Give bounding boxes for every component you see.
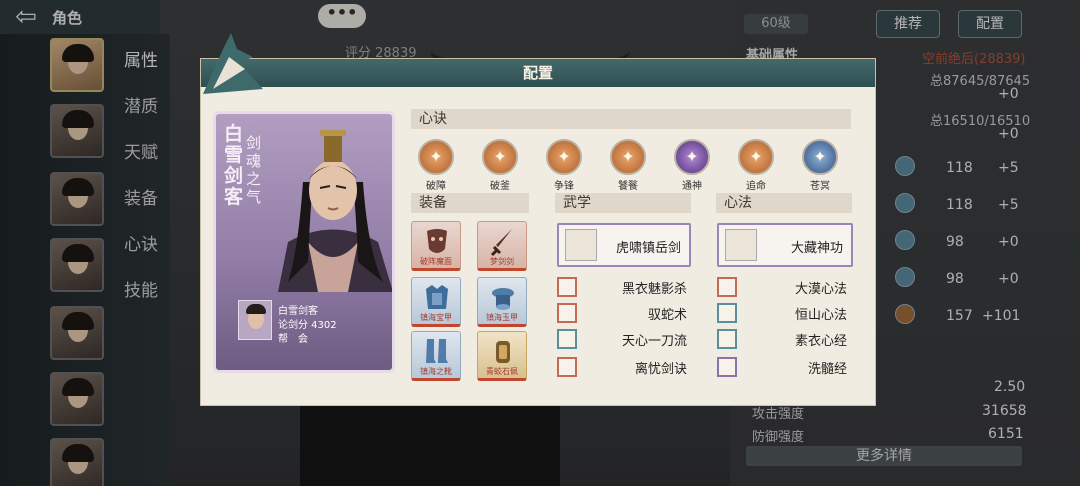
inner-arts-main-label: 大藏神功 [790,241,843,256]
inner-art-label: 素衣心经 [794,334,847,349]
skill-label: 饕餮 [618,181,638,192]
equipment-slot[interactable]: 青蛟石佩 [477,331,527,381]
skill-slot[interactable]: ✦ 通神 [668,139,716,192]
equipment-slot[interactable]: 镇海玉甲 [477,277,527,327]
skill-label: 破釜 [490,181,510,192]
equipment-slot[interactable]: 破阵魔面 [411,221,461,271]
skill-slot[interactable]: ✦ 饕餮 [604,139,652,192]
inner-art-row[interactable]: 大漠心法 [717,277,847,299]
inner-art-label: 大漠心法 [794,282,847,297]
equipment-label: 梦剑剑 [490,257,514,266]
martial-art-icon [557,303,577,323]
inner-art-row[interactable]: 洗髓经 [717,357,847,379]
dialog-title: 配置 [201,59,875,87]
skill-slot[interactable]: ✦ 争锋 [540,139,588,192]
equipment-label: 镇海之靴 [420,367,452,376]
character-info: 白雪剑客 论剑分 4302 帮 会 [238,300,388,352]
armor-icon [426,285,448,309]
character-thumbnail [238,300,272,340]
bracer-icon [492,288,514,310]
skill-slot[interactable]: ✦ 苍冥 [796,139,844,192]
character-card: 白雪剑客 剑魂之气 白雪剑客 论剑分 4302 帮 会 [213,111,395,373]
skill-icon: ✦ [429,147,443,166]
info-guild: 帮 会 [278,334,308,345]
equipment-slot[interactable]: 梦剑剑 [477,221,527,271]
martial-art-label: 离忧剑诀 [634,362,687,377]
config-dialog: 配置 白雪剑客 剑魂之气 白雪剑客 论剑分 4302 帮 会 心诀 ✦ 破障 ✦ 破… [200,33,876,406]
inner-art-icon [717,329,737,349]
martial-art-icon [557,277,577,297]
character-name: 白雪剑客 [224,123,244,208]
martial-art-row[interactable]: 驭蛇术 [557,303,687,325]
equipment-label: 青蛟石佩 [486,367,518,376]
boots-icon [426,339,448,363]
equipment-label: 破阵魔面 [420,257,452,266]
martial-arts-main-label: 虎啸镇岳剑 [615,241,681,256]
skill-label: 破障 [426,181,446,192]
inner-arts-main-slot[interactable]: 大藏神功 [717,223,853,267]
martial-arts-header: 武学 [555,193,691,213]
skill-icon: ✦ [813,147,827,166]
inner-art-row[interactable]: 素衣心经 [717,329,847,351]
martial-art-icon [557,357,577,377]
martial-art-row[interactable]: 天心一刀流 [557,329,687,351]
sword-icon [490,229,512,257]
martial-art-icon [565,229,597,261]
inner-art-label: 恒山心法 [794,308,847,323]
info-name: 白雪剑客 [278,306,318,317]
martial-art-label: 黑衣魅影杀 [621,282,687,297]
skill-icon: ✦ [557,147,571,166]
equipment-slot[interactable]: 镇海之靴 [411,331,461,381]
equipment-label: 镇海玉甲 [486,313,518,322]
skill-icon: ✦ [685,147,699,166]
inner-art-label: 洗髓经 [807,362,847,377]
info-score: 论剑分 4302 [278,320,337,331]
character-portrait [278,130,392,292]
martial-art-label: 天心一刀流 [621,334,687,349]
martial-art-row[interactable]: 黑衣魅影杀 [557,277,687,299]
character-epithet: 剑魂之气 [246,134,262,206]
skill-label: 苍冥 [810,181,830,192]
skill-icon: ✦ [621,147,635,166]
inner-art-icon [717,277,737,297]
martial-art-icon [557,329,577,349]
skill-slot[interactable]: ✦ 破釜 [476,139,524,192]
martial-arts-main-slot[interactable]: 虎啸镇岳剑 [557,223,691,267]
martial-art-row[interactable]: 离忧剑诀 [557,357,687,379]
skill-label: 通神 [682,181,702,192]
equipment-slot[interactable]: 镇海宝甲 [411,277,461,327]
inner-art-row[interactable]: 恒山心法 [717,303,847,325]
skill-icon: ✦ [493,147,507,166]
equipment-label: 镇海宝甲 [420,313,452,322]
inner-art-icon [717,303,737,323]
skill-label: 追命 [746,181,766,192]
pendant-icon [496,341,510,363]
martial-art-label: 驭蛇术 [647,308,687,323]
heart-technique-header: 心诀 [411,109,851,129]
dialog-ornament-icon [203,33,263,94]
skill-slot[interactable]: ✦ 追命 [732,139,780,192]
skill-label: 争锋 [554,181,574,192]
meditation-icon [725,229,757,261]
equipment-header: 装备 [411,193,529,213]
skill-icon: ✦ [749,147,763,166]
mask-icon [427,229,447,253]
inner-art-icon [717,357,737,377]
skill-slot[interactable]: ✦ 破障 [412,139,460,192]
inner-arts-header: 心法 [716,193,852,213]
